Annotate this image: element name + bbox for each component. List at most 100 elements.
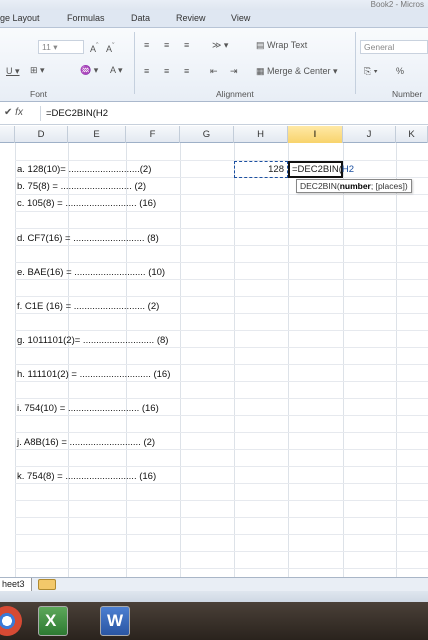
grid-line — [15, 262, 428, 263]
number-group-label: Number — [392, 89, 423, 99]
grid-line — [15, 483, 428, 484]
grid-line — [15, 296, 428, 297]
currency-icon[interactable]: ⎘ ▾ — [364, 66, 377, 77]
number-format-select[interactable]: General — [360, 40, 428, 54]
align-middle-icon[interactable]: ≡ — [164, 40, 169, 50]
list-item[interactable]: a. 128(10)= ...........................(… — [17, 164, 151, 175]
formula-input[interactable]: =DEC2BIN(H2 — [46, 108, 108, 119]
orientation-icon[interactable]: ≫ ▾ — [212, 40, 228, 51]
cell-h2[interactable]: 128 — [234, 161, 288, 178]
underline-icon[interactable]: U ▾ — [6, 66, 20, 77]
column-header-j[interactable]: J — [343, 126, 396, 143]
grid-line — [15, 568, 428, 569]
grid-line — [15, 432, 428, 433]
tooltip-function: DEC2BIN( — [300, 181, 340, 191]
align-bottom-icon[interactable]: ≡ — [184, 40, 189, 50]
grid-line — [15, 194, 428, 195]
grid-line — [15, 143, 16, 577]
grid-line — [15, 279, 428, 280]
font-group-label: Font — [30, 89, 48, 99]
grid-line — [15, 415, 428, 416]
list-item[interactable]: f. C1E (16) = ..........................… — [17, 301, 159, 312]
tab-view[interactable]: View — [231, 13, 250, 23]
grid-line — [180, 143, 181, 577]
grid-line — [15, 551, 428, 552]
column-header-k[interactable]: K — [396, 126, 428, 143]
grid-line — [15, 449, 428, 450]
tab-formulas[interactable]: Formulas — [67, 13, 105, 23]
fill-color-icon[interactable]: ♒ ▾ — [80, 65, 98, 76]
decrease-indent-icon[interactable]: ⇤ — [210, 66, 218, 77]
tooltip-rest: ; [places]) — [370, 181, 408, 191]
align-top-icon[interactable]: ≡ — [144, 40, 149, 50]
align-center-icon[interactable]: ≡ — [164, 66, 169, 76]
grid-line — [234, 143, 235, 577]
column-header-d[interactable]: D — [15, 126, 68, 143]
word-icon[interactable]: W — [100, 606, 130, 636]
cell-i2-editing[interactable]: =DEC2BIN(H2 — [288, 161, 354, 178]
column-header-g[interactable]: G — [180, 126, 234, 143]
ribbon: 11 ▾ Aˆ Aˇ U ▾ ⊞ ▾ ♒ ▾ A ▾ Font ≡ ≡ ≡ ≫ … — [0, 28, 428, 102]
font-size-select[interactable]: 11 ▾ — [38, 40, 84, 54]
column-header-f[interactable]: F — [126, 126, 180, 143]
ribbon-tabs: ge Layout Formulas Data Review View — [0, 10, 428, 28]
excel-icon[interactable]: X — [38, 606, 68, 636]
insert-sheet-icon[interactable] — [38, 579, 56, 590]
tab-page-layout[interactable]: ge Layout — [0, 13, 40, 23]
tab-data[interactable]: Data — [131, 13, 150, 23]
grid-line — [15, 347, 428, 348]
sheet-tab-bar: heet3 — [0, 577, 428, 591]
list-item[interactable]: d. CF7(16) = ...........................… — [17, 233, 159, 244]
list-item[interactable]: k. 754(8) = ........................... … — [17, 471, 156, 482]
fx-icon[interactable]: fx — [15, 107, 23, 118]
grid-line — [288, 143, 289, 577]
grid-line — [15, 364, 428, 365]
group-divider — [134, 32, 135, 94]
grid-line — [396, 143, 397, 577]
grid-line — [15, 398, 428, 399]
grid-line — [15, 228, 428, 229]
formula-divider — [40, 106, 41, 121]
list-item[interactable]: b. 75(8) = ........................... (… — [17, 181, 146, 192]
formula-controls[interactable]: ✔ fx — [4, 107, 23, 118]
list-item[interactable]: e. BAE(16) = ...........................… — [17, 267, 165, 278]
grid-line — [15, 211, 428, 212]
taskbar: X W — [0, 602, 428, 640]
chrome-icon[interactable] — [0, 606, 22, 636]
wrap-text-button[interactable]: ▤ Wrap Text — [256, 40, 307, 51]
grid-line — [15, 160, 428, 161]
list-item[interactable]: i. 754(10) = ...........................… — [17, 403, 159, 414]
borders-icon[interactable]: ⊞ ▾ — [30, 65, 45, 76]
function-tooltip[interactable]: DEC2BIN(number; [places]) — [296, 179, 412, 193]
column-header-i[interactable]: I — [288, 126, 343, 143]
column-header-h[interactable]: H — [234, 126, 288, 143]
shrink-font-icon[interactable]: Aˇ — [106, 41, 115, 54]
excel-glyph: X — [45, 611, 57, 630]
alignment-group-label: Alignment — [216, 89, 254, 99]
tab-review[interactable]: Review — [176, 13, 206, 23]
group-divider — [355, 32, 356, 94]
align-right-icon[interactable]: ≡ — [184, 66, 189, 76]
align-left-icon[interactable]: ≡ — [144, 66, 149, 76]
sheet-tab-sheet3[interactable]: heet3 — [0, 578, 32, 591]
grid-line — [15, 517, 428, 518]
column-header-e[interactable]: E — [68, 126, 126, 143]
list-item[interactable]: j. A8B(16) = ...........................… — [17, 437, 155, 448]
formula-bar: ✔ fx =DEC2BIN(H2 — [0, 103, 428, 125]
list-item[interactable]: c. 105(8) = ........................... … — [17, 198, 156, 209]
grid-line — [15, 500, 428, 501]
grid-line — [15, 381, 428, 382]
increase-indent-icon[interactable]: ⇥ — [230, 66, 238, 77]
select-all-corner[interactable] — [0, 126, 15, 143]
formula-text: =DEC2BIN( — [292, 164, 342, 175]
title-bar: Book2 - Micros — [0, 0, 428, 10]
percent-button[interactable]: % — [396, 66, 404, 76]
list-item[interactable]: g. 1011101(2)= .........................… — [17, 335, 168, 346]
grow-font-icon[interactable]: Aˆ — [90, 41, 99, 54]
merge-center-label: Merge & Center — [267, 66, 331, 76]
font-color-icon[interactable]: A ▾ — [110, 65, 123, 76]
word-glyph: W — [107, 611, 124, 630]
list-item[interactable]: h. 111101(2) = .........................… — [17, 369, 170, 380]
merge-center-button[interactable]: ▦ Merge & Center ▾ — [256, 66, 338, 77]
grid-line — [343, 143, 344, 577]
